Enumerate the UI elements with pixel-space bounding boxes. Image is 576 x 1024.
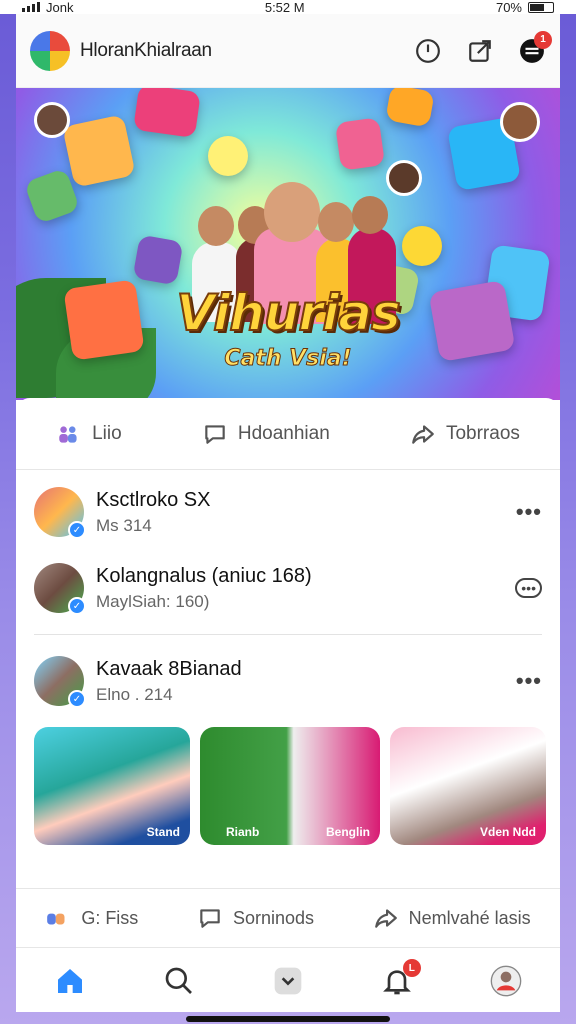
tab-notifications[interactable]: L: [377, 959, 421, 1001]
home-indicator: [186, 1016, 390, 1022]
comment-icon: [200, 909, 220, 928]
bottom-action-row: G: Fiss Sorninods Nemlvahé lasis: [16, 888, 560, 948]
external-link-icon[interactable]: [466, 37, 494, 65]
people-icon: [59, 425, 77, 443]
profile-icon: [490, 965, 521, 997]
thumbnail-card[interactable]: Vden Ndd: [390, 727, 546, 845]
feed-item-sub: Ms 314: [96, 515, 152, 535]
banner-avatar-left: [34, 102, 70, 138]
avatar[interactable]: ✓: [34, 656, 86, 708]
avatar[interactable]: ✓: [34, 563, 86, 615]
avatar[interactable]: ✓: [34, 487, 86, 539]
comment-label: Hdoanhian: [237, 422, 330, 444]
share-icon: [374, 909, 397, 928]
thumbnail-label: Stand: [146, 825, 180, 839]
thumbnail-card[interactable]: Stand: [34, 727, 190, 845]
home-icon: [58, 969, 83, 993]
like-action[interactable]: Liio: [56, 421, 122, 447]
top-action-row: Liio Hdoanhian Tobrraos: [16, 398, 560, 470]
thumbnail-label: Vden Ndd: [480, 825, 536, 839]
friends-action[interactable]: G: Fiss: [45, 905, 138, 931]
feed-item[interactable]: ✓ Kolangnalus (aniuc 168) MaylSiah: 160)…: [16, 550, 560, 626]
tab-create[interactable]: [268, 961, 308, 1001]
share-bottom-label: Nemlvahé lasis: [408, 907, 531, 928]
more-icon[interactable]: •••: [516, 668, 542, 694]
app-card: HloranKhialraan 1 Vihurias Cath Vsia! Li…: [16, 14, 560, 1012]
verified-icon: ✓: [68, 521, 86, 539]
time-label: 5:52 M: [264, 0, 305, 15]
battery-label: 70%: [495, 0, 522, 15]
chevron-down-icon: [274, 967, 302, 995]
tab-home[interactable]: [50, 961, 90, 1001]
content-sheet: Liio Hdoanhian Tobrraos ✓ Ksctlroko SX M…: [16, 398, 560, 1012]
signal-icon: [22, 2, 40, 12]
feed-item[interactable]: ✓ Kavaak 8Bianad Elno . 214 •••: [16, 643, 560, 719]
share-bottom-action[interactable]: Nemlvahé lasis: [373, 905, 531, 931]
verified-icon: ✓: [68, 690, 86, 708]
info-icon[interactable]: [414, 37, 442, 65]
search-icon: [165, 967, 193, 994]
notification-badge: L: [402, 959, 421, 977]
tab-search[interactable]: [159, 961, 199, 1001]
more-outline-icon[interactable]: •••: [515, 578, 542, 598]
battery-icon: [528, 1, 554, 13]
share-action[interactable]: Tobrraos: [410, 421, 520, 447]
comment-action[interactable]: Hdoanhian: [202, 421, 330, 447]
people-icon: [47, 913, 65, 925]
feed-item-name: Kavaak 8Bianad: [96, 657, 242, 680]
header-notification-badge: 1: [534, 30, 552, 49]
status-bar: Jonk 5:52 M 70%: [0, 0, 576, 15]
verified-icon: ✓: [68, 597, 86, 615]
hero-banner[interactable]: Vihurias Cath Vsia!: [16, 88, 560, 400]
thumbnail-label: Benglin: [326, 825, 370, 839]
banner-avatar-mid: [386, 160, 422, 196]
feed-item-name: Kolangnalus (aniuc 168): [96, 564, 312, 587]
profile-menu-icon[interactable]: 1: [518, 30, 552, 65]
feed-item-name: Ksctlroko SX: [96, 488, 211, 511]
like-label: Liio: [92, 422, 122, 444]
status-left: Jonk: [22, 0, 73, 15]
app-title: HloranKhialraan: [80, 39, 212, 61]
divider: [34, 634, 542, 635]
feed-item-sub: Elno . 214: [96, 684, 173, 704]
comments-label: Sorninods: [232, 907, 314, 928]
more-icon[interactable]: •••: [516, 499, 542, 525]
tab-bar: L: [16, 950, 560, 1012]
feed-item[interactable]: ✓ Ksctlroko SX Ms 314 •••: [16, 474, 560, 550]
banner-avatar-right: [500, 102, 540, 142]
app-header: HloranKhialraan 1: [16, 14, 560, 88]
app-logo[interactable]: [30, 30, 70, 71]
banner-title: Vihurias: [175, 283, 401, 343]
friends-label: G: Fiss: [81, 907, 139, 928]
share-label: Tobrraos: [445, 422, 520, 444]
carrier-label: Jonk: [46, 0, 74, 15]
thumbnail-card[interactable]: Rianb Benglin: [200, 727, 380, 845]
feed-item-sub: MaylSiah: 160): [96, 591, 210, 611]
comment-icon: [205, 424, 225, 444]
share-icon: [412, 424, 434, 444]
thumbnail-strip: Stand Rianb Benglin Vden Ndd: [16, 719, 560, 859]
thumbnail-label: Rianb: [226, 825, 260, 839]
banner-subtitle: Cath Vsia!: [224, 346, 352, 372]
comments-action[interactable]: Sorninods: [197, 905, 314, 931]
status-right: 70%: [496, 0, 554, 15]
tab-profile[interactable]: [486, 961, 526, 1001]
